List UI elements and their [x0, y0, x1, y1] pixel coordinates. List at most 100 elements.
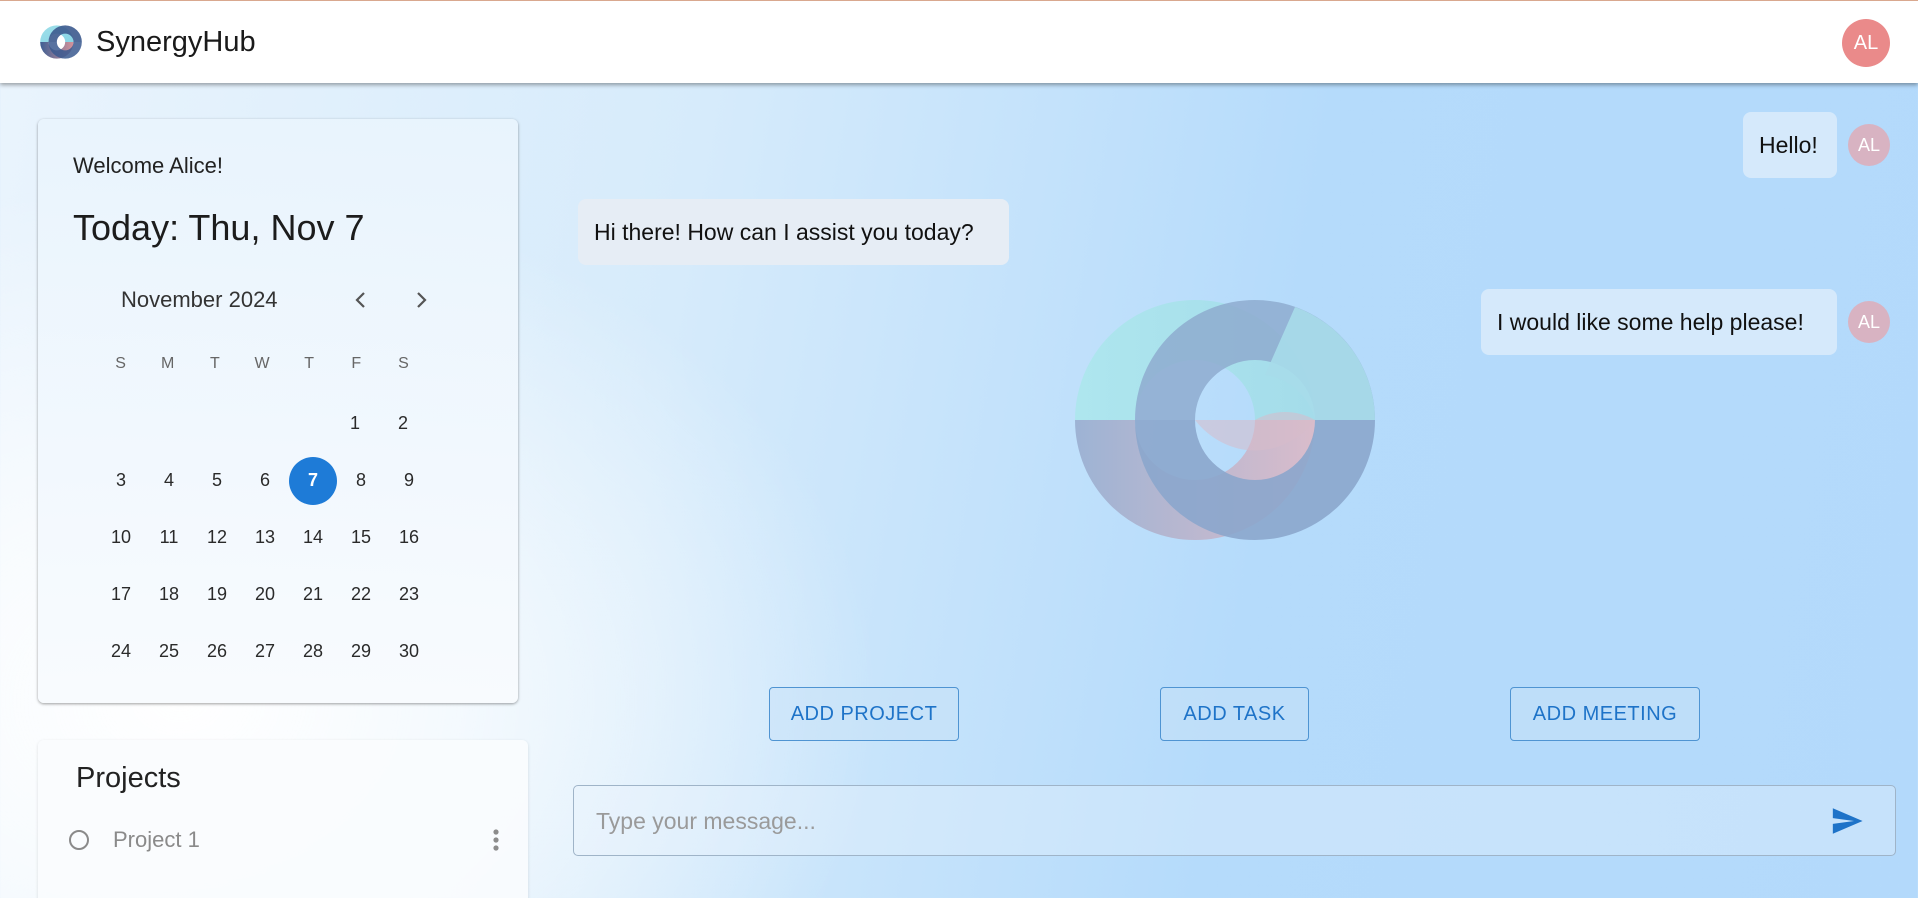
calendar-cell: 27 [241, 623, 289, 680]
calendar-cell [144, 395, 191, 452]
calendar-day[interactable]: 29 [337, 628, 385, 676]
month-label[interactable]: November 2024 [121, 287, 278, 313]
calendar-day[interactable]: 30 [385, 628, 433, 676]
chevron-left-icon [355, 292, 365, 308]
calendar-cell: 25 [145, 623, 193, 680]
message-text: Hello! [1759, 131, 1818, 158]
project-item[interactable]: Project 1 [68, 825, 508, 855]
app-header: SynergyHub AL [0, 0, 1918, 83]
calendar-cell [284, 395, 331, 452]
weekday-label: F [351, 355, 362, 372]
calendar-day[interactable]: 15 [337, 514, 385, 562]
calendar-day[interactable]: 17 [97, 571, 145, 619]
calendar-day[interactable]: 8 [337, 457, 385, 505]
message-text: Hi there! How can I assist you today? [594, 218, 974, 245]
calendar-cell: 16 [385, 509, 433, 566]
message-avatar: AL [1848, 124, 1890, 166]
calendar-cell: 26 [193, 623, 241, 680]
calendar-day[interactable]: 13 [241, 514, 289, 562]
calendar-day[interactable]: 10 [97, 514, 145, 562]
calendar-week-row: 24 25 26 27 28 29 30 [97, 623, 427, 680]
chat-message-assistant: Hi there! How can I assist you today? [578, 199, 1009, 265]
calendar-cell: 30 [385, 623, 433, 680]
today-label: Today: Thu, Nov 7 [73, 207, 365, 248]
calendar-day[interactable]: 6 [241, 457, 289, 505]
calendar-day[interactable]: 23 [385, 571, 433, 619]
calendar-day[interactable]: 5 [193, 457, 241, 505]
calendar-cell: 2 [379, 395, 427, 452]
synergyhub-logo-icon [40, 25, 82, 59]
calendar-cell: 28 [289, 623, 337, 680]
calendar-weeks: 1 2 3 4 5 6 7 8 9 10 11 12 13 14 15 16 17 18 19 20 21 22 23 24 2… [97, 395, 427, 680]
weekday-label: T [209, 355, 220, 372]
welcome-text: Welcome Alice! [73, 153, 223, 178]
calendar-cell: 5 [193, 452, 241, 509]
calendar-day[interactable]: 12 [193, 514, 241, 562]
send-button[interactable] [1829, 804, 1865, 838]
project-name: Project 1 [113, 827, 200, 852]
calendar-day[interactable]: 18 [145, 571, 193, 619]
calendar-cell [191, 395, 238, 452]
calendar-cell: 11 [145, 509, 193, 566]
calendar-cell: 12 [193, 509, 241, 566]
weekday-label: W [254, 355, 270, 372]
calendar-cell: 1 [331, 395, 379, 452]
calendar-day[interactable]: 24 [97, 628, 145, 676]
calendar-day[interactable]: 22 [337, 571, 385, 619]
prev-month-button[interactable] [346, 285, 376, 315]
next-month-button[interactable] [406, 285, 436, 315]
message-input[interactable] [594, 786, 1798, 857]
more-vertical-icon [493, 829, 499, 851]
calendar-day[interactable]: 20 [241, 571, 289, 619]
calendar-cell [97, 395, 144, 452]
calendar-day[interactable]: 3 [97, 457, 145, 505]
calendar-cell: 4 [145, 452, 193, 509]
calendar-cell: 10 [97, 509, 145, 566]
calendar-day[interactable]: 25 [145, 628, 193, 676]
calendar-day[interactable]: 27 [241, 628, 289, 676]
calendar-day[interactable]: 19 [193, 571, 241, 619]
calendar-day[interactable]: 1 [331, 400, 379, 448]
calendar-day[interactable]: 26 [193, 628, 241, 676]
calendar-day-selected[interactable]: 7 [289, 456, 337, 505]
calendar-day[interactable]: 11 [145, 514, 193, 562]
chat-message-user: I would like some help please! [1481, 289, 1837, 355]
calendar-day[interactable]: 21 [289, 571, 337, 619]
weekday-label: S [115, 355, 126, 372]
calendar-day[interactable]: 4 [145, 457, 193, 505]
weekday-label: M [161, 355, 175, 372]
add-task-button[interactable]: ADD TASK [1160, 687, 1309, 741]
projects-card: Projects Project 1 [38, 740, 528, 898]
calendar-cell: 14 [289, 509, 337, 566]
calendar-cell: 13 [241, 509, 289, 566]
calendar-day[interactable]: 16 [385, 514, 433, 562]
app-name: SynergyHub [96, 25, 256, 58]
calendar-week-row: 12 [97, 395, 427, 452]
calendar-day[interactable]: 9 [385, 457, 433, 505]
calendar-grid: S M T W T F S 1 2 3 4 5 6 7 8 9 10 11 12 13 14 15 16 17 1… [97, 355, 427, 680]
calendar-cell: 24 [97, 623, 145, 680]
calendar-week-row: 10 11 12 13 14 15 16 [97, 509, 427, 566]
user-avatar[interactable]: AL [1842, 19, 1890, 67]
calendar-cell: 8 [337, 452, 385, 509]
message-composer [573, 785, 1896, 857]
calendar-cell: 6 [241, 452, 289, 509]
add-meeting-button[interactable]: ADD MEETING [1510, 687, 1700, 741]
chat-message-user: Hello! [1743, 112, 1837, 178]
calendar-cell: 19 [193, 566, 241, 623]
calendar-day[interactable]: 14 [289, 514, 337, 562]
calendar-cell: 20 [241, 566, 289, 623]
synergyhub-logo-icon [1075, 300, 1375, 540]
brand[interactable]: SynergyHub [36, 21, 256, 63]
add-project-button[interactable]: ADD PROJECT [769, 687, 959, 741]
calendar-cell: 3 [97, 452, 145, 509]
projects-title: Projects [76, 762, 181, 794]
calendar-cell: 22 [337, 566, 385, 623]
calendar-day[interactable]: 2 [379, 400, 427, 448]
project-radio[interactable] [69, 830, 89, 850]
message-avatar: AL [1848, 301, 1890, 343]
calendar-week-row: 3456789 [97, 452, 427, 509]
calendar-day[interactable]: 28 [289, 628, 337, 676]
project-menu-button[interactable] [484, 825, 508, 855]
calendar-cell: 9 [385, 452, 433, 509]
